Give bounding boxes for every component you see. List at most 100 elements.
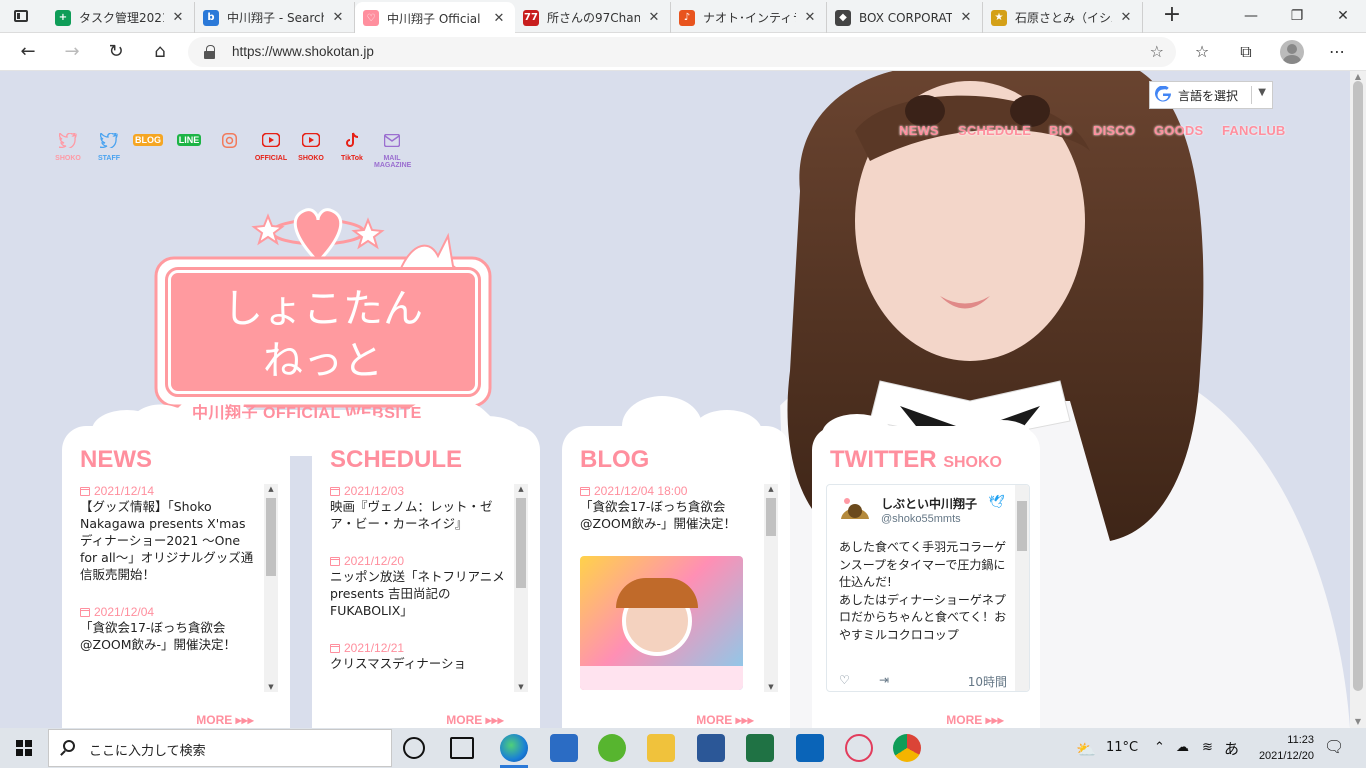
close-tab-icon[interactable]: ✕: [958, 10, 974, 25]
close-tab-icon[interactable]: ✕: [1118, 10, 1134, 25]
nav-news[interactable]: NEWS: [899, 123, 939, 138]
tab-actions-button[interactable]: [10, 6, 32, 26]
blog-more-link[interactable]: MORE ▸▸▸: [670, 713, 780, 728]
ime-indicator[interactable]: あ: [1224, 738, 1239, 759]
blog-scrollbar[interactable]: ▲ ▼: [764, 484, 778, 692]
news-list-item[interactable]: 2021/12/14 【グッズ情報】「Shoko Nakagawa present…: [80, 484, 278, 583]
temperature[interactable]: 11°C: [1106, 740, 1138, 755]
wifi-icon[interactable]: ≋: [1202, 740, 1213, 755]
language-select[interactable]: 言語を選択 ▼: [1149, 81, 1273, 109]
schedule-list-item[interactable]: 2021/12/20 ニッポン放送「ネトフリアニメ presents 吉田尚記のF…: [330, 554, 528, 619]
browser-tab[interactable]: ♡ 中川翔子 Official ✕: [355, 2, 515, 34]
chevron-up-icon[interactable]: ⌃: [1154, 740, 1165, 755]
address-bar[interactable]: https://www.shokotan.jp ☆: [188, 37, 1176, 67]
nav-goods[interactable]: GOODS: [1154, 123, 1203, 138]
new-tab-button[interactable]: +: [1160, 4, 1184, 28]
weather-icon[interactable]: ⛅: [1076, 740, 1096, 759]
home-button[interactable]: ⌂: [147, 39, 173, 65]
favorites-icon[interactable]: ☆: [1190, 40, 1214, 64]
taskbar-clock[interactable]: 11:23 2021/12/20: [1250, 732, 1314, 764]
page-scrollbar[interactable]: ▲ ▼: [1350, 71, 1366, 728]
snipping-tool-icon[interactable]: [845, 734, 873, 762]
twitter-more-link[interactable]: MORE ▸▸▸: [920, 713, 1030, 728]
forward-button[interactable]: →: [59, 39, 85, 65]
restore-button[interactable]: ❐: [1282, 4, 1312, 28]
nav-bio[interactable]: BIO: [1049, 123, 1073, 138]
task-view-icon[interactable]: [450, 737, 474, 759]
file-explorer-icon[interactable]: [647, 734, 675, 762]
avatar[interactable]: [839, 495, 871, 523]
url-text[interactable]: https://www.shokotan.jp: [232, 44, 374, 59]
calendar-icon: [330, 643, 340, 653]
line-app-icon[interactable]: [598, 734, 626, 762]
social-link-youtube-6[interactable]: SHOKO: [293, 129, 329, 162]
close-tab-icon[interactable]: ✕: [330, 10, 346, 25]
item-text: 映画『ヴェノム：レット・ゼア・ビー・カーネイジ』: [330, 499, 493, 531]
blog-thumbnail[interactable]: [580, 556, 743, 690]
tweet-author-handle[interactable]: @shoko55mmts: [881, 513, 961, 525]
schedule-list-item[interactable]: 2021/12/03 映画『ヴェノム：レット・ゼア・ビー・カーネイジ』: [330, 484, 528, 532]
social-link-twitter-0[interactable]: SHOKO: [50, 129, 86, 162]
blog-title[interactable]: BLOG: [580, 446, 649, 474]
blog-list-item[interactable]: 2021/12/04 18:00 「貪欲会17-ぼっち貪欲会@ZOOM飲み-」開催…: [580, 484, 778, 532]
social-link-mail-8[interactable]: MAIL MAGAZINE: [374, 129, 411, 169]
reader-app-icon[interactable]: [550, 734, 578, 762]
schedule-more-link[interactable]: MORE ▸▸▸: [420, 713, 530, 728]
browser-tab[interactable]: 77 所さんの97Channe ✕: [515, 2, 671, 33]
close-tab-icon[interactable]: ✕: [170, 10, 186, 25]
more-menu-icon[interactable]: ⋯: [1325, 40, 1349, 64]
refresh-button[interactable]: ↻: [103, 39, 129, 65]
close-tab-icon[interactable]: ✕: [491, 11, 507, 26]
outlook-icon[interactable]: [796, 734, 824, 762]
notification-icon[interactable]: 🗨: [1324, 737, 1344, 756]
tab-title: 中川翔子 - Search: [227, 11, 324, 25]
like-icon[interactable]: ♡: [839, 673, 850, 687]
social-link-youtube-5[interactable]: OFFICIAL: [253, 129, 289, 162]
schedule-scrollbar[interactable]: ▲ ▼: [514, 484, 528, 692]
start-button[interactable]: [16, 740, 32, 756]
page-scrollbar-thumb[interactable]: [1353, 81, 1363, 691]
nav-schedule[interactable]: SCHEDULE: [958, 123, 1031, 138]
news-more-link[interactable]: MORE ▸▸▸: [170, 713, 280, 728]
browser-tab[interactable]: ♪ ナオト･インティライミ ✕: [671, 2, 827, 33]
social-link-tiktok-7[interactable]: TikTok: [334, 129, 370, 162]
tweet-author-name[interactable]: しぶとい中川翔子: [881, 495, 977, 512]
twitter-scrollbar[interactable]: [1015, 485, 1029, 691]
twitter-title-sub: SHOKO: [943, 454, 1002, 471]
item-text: ニッポン放送「ネトフリアニメ presents 吉田尚記のFUKABOLIX」: [330, 569, 505, 618]
profile-avatar[interactable]: [1280, 40, 1304, 64]
collections-icon[interactable]: ⧉: [1234, 40, 1258, 64]
social-link-blog-2[interactable]: BLOG: [130, 129, 166, 155]
social-link-twitter-1[interactable]: STAFF: [91, 129, 127, 162]
news-scrollbar[interactable]: ▲ ▼: [264, 484, 278, 692]
news-title[interactable]: NEWS: [80, 446, 152, 474]
site-logo[interactable]: しょこたん ねっと 中川翔子 OFFICIAL WEBSITE: [108, 196, 508, 456]
excel-icon[interactable]: [746, 734, 774, 762]
schedule-list-item[interactable]: 2021/12/21 クリスマスディナーショ: [330, 641, 528, 672]
social-link-instagram-4[interactable]: [211, 129, 247, 155]
browser-tab[interactable]: b 中川翔子 - Search ✕: [195, 2, 355, 33]
browser-tab[interactable]: + タスク管理2021 - ✕: [47, 2, 195, 33]
nav-fanclub[interactable]: FANCLUB: [1222, 123, 1286, 138]
minimize-button[interactable]: —: [1236, 4, 1266, 28]
browser-tab[interactable]: ◆ BOX CORPORATI ✕: [827, 2, 983, 33]
twitter-title[interactable]: TWITTER SHOKO: [830, 446, 1002, 474]
edge-icon[interactable]: [500, 734, 528, 762]
nav-disco[interactable]: DISCO: [1093, 123, 1135, 138]
onedrive-icon[interactable]: ☁: [1176, 740, 1189, 755]
back-button[interactable]: ←: [15, 39, 41, 65]
close-tab-icon[interactable]: ✕: [646, 10, 662, 25]
browser-tab[interactable]: ★ 石原さとみ（イシハ ✕: [983, 2, 1143, 33]
taskbar-search[interactable]: ここに入力して検索: [48, 729, 392, 767]
close-tab-icon[interactable]: ✕: [802, 10, 818, 25]
add-favorite-icon[interactable]: ☆: [1150, 42, 1164, 61]
tweet-time[interactable]: 10時間: [968, 673, 1007, 690]
news-list-item[interactable]: 2021/12/04 「貪欲会17-ぼっち貪欲会@ZOOM飲み-」開催決定！: [80, 605, 278, 653]
chrome-icon[interactable]: [893, 734, 921, 762]
schedule-title[interactable]: SCHEDULE: [330, 446, 462, 474]
share-icon[interactable]: ⇥: [879, 673, 889, 687]
word-icon[interactable]: [697, 734, 725, 762]
cortana-icon[interactable]: [403, 737, 425, 759]
close-window-button[interactable]: ✕: [1328, 4, 1358, 28]
social-link-line-3[interactable]: LINE: [171, 129, 207, 155]
